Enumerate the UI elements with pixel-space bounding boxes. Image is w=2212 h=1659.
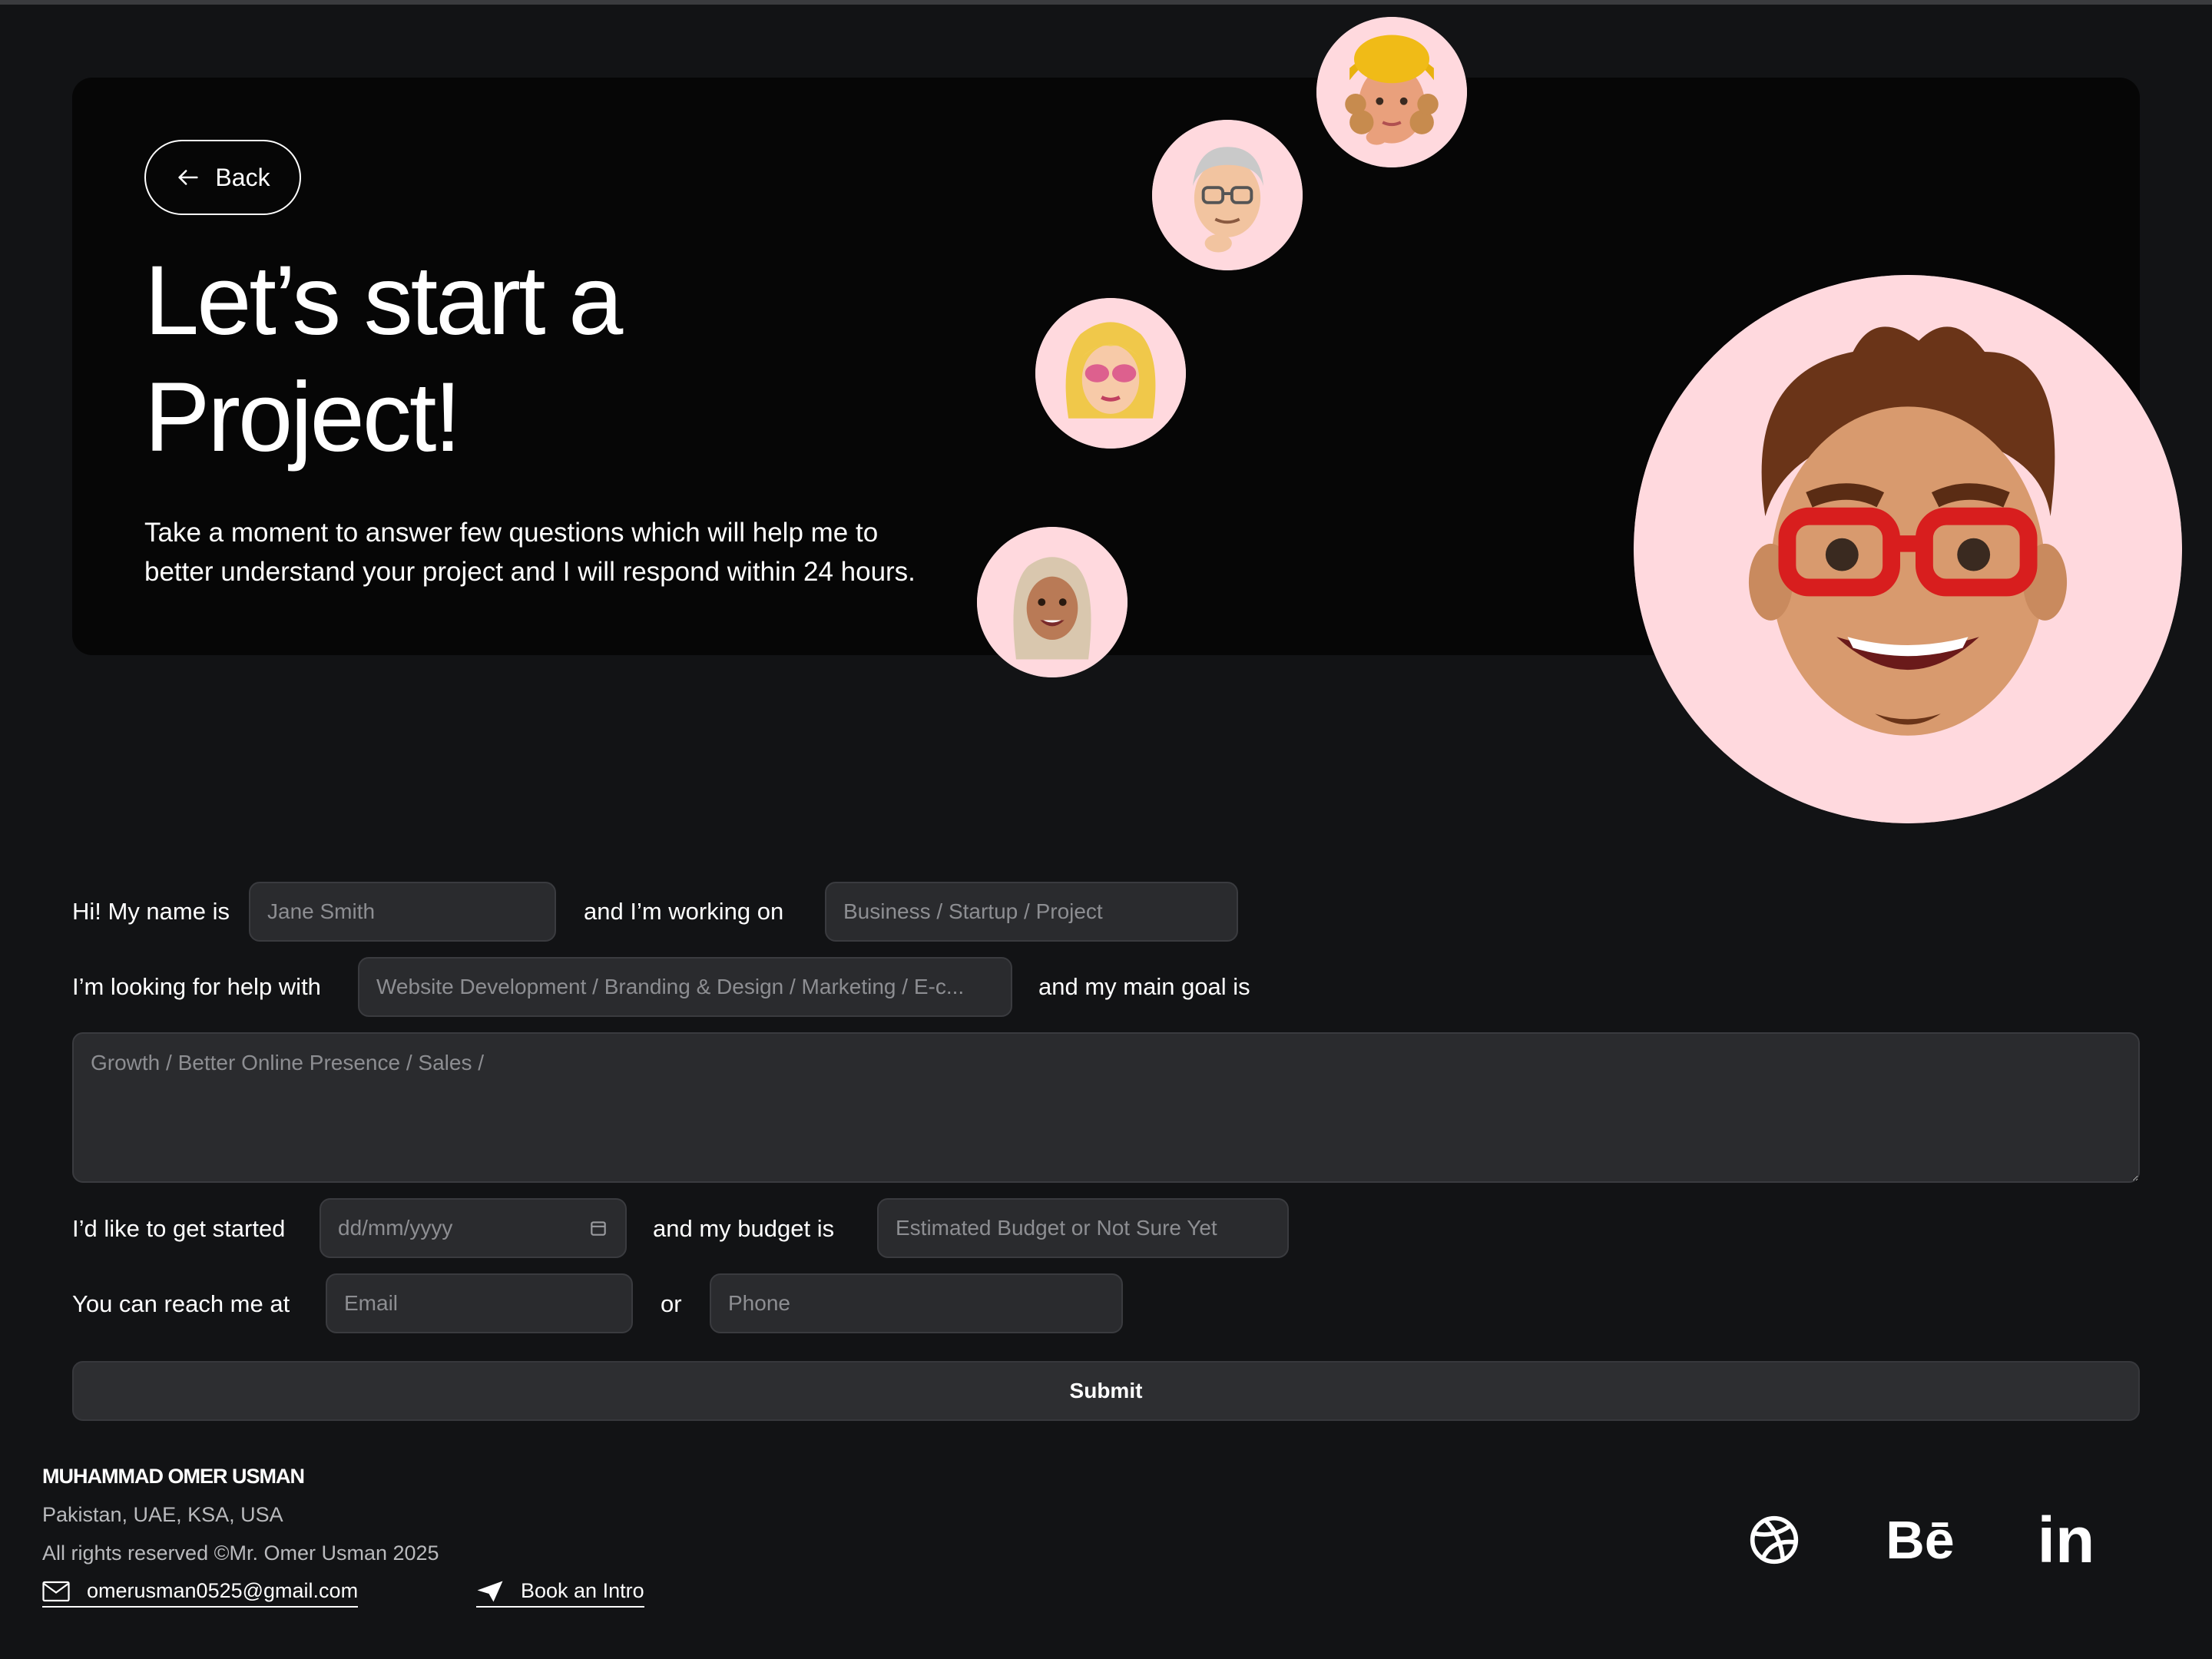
hero-description-line2: better understand your project and I wil… [144,557,916,587]
start-date-label: I’d like to get started [72,1215,286,1242]
send-icon [477,1581,503,1601]
footer-email-link[interactable]: omerusman0525@gmail.com [42,1579,359,1608]
book-intro-text: Book an Intro [521,1579,644,1602]
page-title-line1: Let’s start a [144,246,623,356]
email-input[interactable] [326,1273,633,1333]
or-label: or [661,1290,682,1317]
phone-input[interactable] [710,1273,1123,1333]
start-date-input[interactable]: dd/mm/yyyy [320,1198,627,1258]
page-title-line2: Project! [144,363,462,472]
footer-locations: Pakistan, UAE, KSA, USA [42,1503,283,1526]
submit-button[interactable]: Submit [72,1361,2140,1421]
help-with-input[interactable] [358,957,1012,1017]
behance-icon[interactable]: Bē [1874,1505,1966,1575]
footer-rights: All rights reserved ©Mr. Omer Usman 2025 [42,1541,439,1565]
help-with-label: I’m looking for help with [72,973,321,1000]
back-button[interactable]: Back [144,140,301,215]
main-goal-label: and my main goal is [1038,973,1250,1000]
page-title: Let’s start a Project! [144,243,989,476]
avatar-main-red-glasses [1634,275,2182,823]
window-top-border [0,0,2212,5]
arrow-left-icon [178,170,199,185]
back-button-label: Back [215,163,270,191]
footer-email-text: omerusman0525@gmail.com [87,1579,359,1602]
name-label: Hi! My name is [72,898,230,925]
mail-icon [42,1581,70,1601]
dribbble-icon[interactable] [1742,1505,1806,1575]
hero-description: Take a moment to answer few questions wh… [144,513,989,591]
avatar-gray-hair-glasses [1152,120,1303,270]
name-input[interactable] [249,882,556,942]
reach-label: You can reach me at [72,1290,290,1317]
avatar-yellow-hat [1316,17,1467,167]
working-on-label: and I’m working on [584,898,784,925]
footer-name: MUHAMMAD OMER USMAN [42,1465,305,1488]
working-on-input[interactable] [825,882,1238,942]
budget-label: and my budget is [653,1215,835,1242]
linkedin-icon[interactable]: in [2028,1504,2104,1576]
book-intro-link[interactable]: Book an Intro [476,1579,644,1608]
budget-input[interactable] [877,1198,1289,1258]
date-placeholder: dd/mm/yyyy [338,1216,453,1240]
main-goal-textarea[interactable] [72,1032,2140,1183]
avatar-blonde-sunglasses [1035,298,1186,449]
avatar-hijab [977,527,1128,677]
calendar-icon[interactable] [588,1218,608,1238]
hero-description-line1: Take a moment to answer few questions wh… [144,518,879,548]
